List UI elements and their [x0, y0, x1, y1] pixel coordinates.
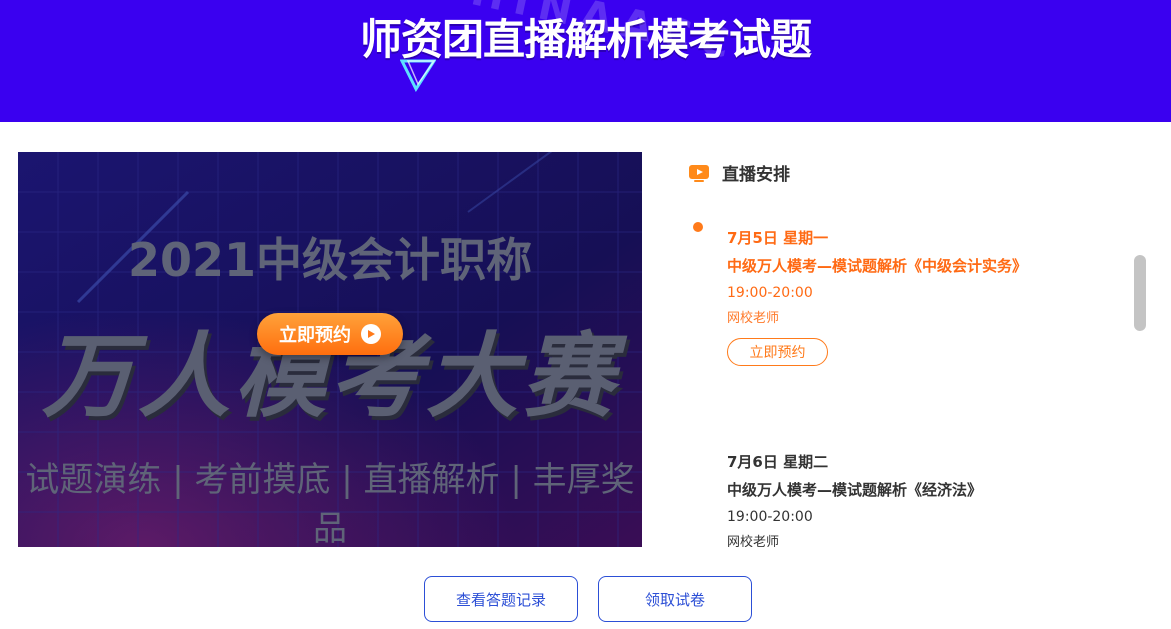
reserve-button[interactable]: 立即预约	[727, 338, 828, 366]
view-answer-records-button[interactable]: 查看答题记录	[424, 576, 578, 622]
get-exam-paper-button[interactable]: 领取试卷	[598, 576, 752, 622]
triangle-decoration-icon	[400, 59, 436, 92]
play-circle-icon	[361, 324, 381, 344]
page-title: 师资团直播解析模考试题	[359, 15, 812, 64]
live-schedule-panel: 直播安排 7月5日 星期一 中级万人模考—模试题解析《中级会计实务》 19:00…	[688, 152, 1148, 547]
schedule-item-teacher: 网校老师	[727, 311, 780, 326]
schedule-item-time: 19:00-20:00	[727, 509, 813, 525]
tv-play-icon	[689, 164, 709, 182]
schedule-item-teacher: 网校老师	[727, 535, 780, 547]
banner-reserve-button[interactable]: 立即预约	[257, 313, 403, 355]
exam-banner[interactable]: 2021中级会计职称 万人模考大赛 试题演练 | 考前摸底 | 直播解析 | 丰…	[18, 152, 642, 547]
schedule-scrollbar[interactable]	[1134, 255, 1146, 331]
schedule-item-date: 7月5日 星期一	[727, 229, 829, 247]
schedule-item-name: 中级万人模考—模试题解析《中级会计实务》	[727, 257, 1028, 275]
schedule-item-time: 19:00-20:00	[727, 285, 813, 301]
page-header: CHINAACC 师资团直播解析模考试题	[0, 0, 1171, 122]
schedule-item: 7月5日 星期一 中级万人模考—模试题解析《中级会计实务》 19:00-20:0…	[727, 224, 1027, 366]
schedule-title: 直播安排	[722, 165, 790, 185]
banner-reserve-label: 立即预约	[279, 325, 351, 346]
banner-subtitle: 试题演练 | 考前摸底 | 直播解析 | 丰厚奖品	[25, 460, 635, 547]
active-dot-indicator	[693, 222, 703, 232]
banner-year-title: 2021中级会计职称	[127, 233, 533, 287]
schedule-item-date: 7月6日 星期二	[727, 453, 829, 471]
schedule-item: 7月6日 星期二 中级万人模考—模试题解析《经济法》 19:00-20:00 网…	[727, 448, 982, 547]
schedule-header: 直播安排	[688, 160, 790, 185]
schedule-item-name: 中级万人模考—模试题解析《经济法》	[727, 481, 983, 499]
